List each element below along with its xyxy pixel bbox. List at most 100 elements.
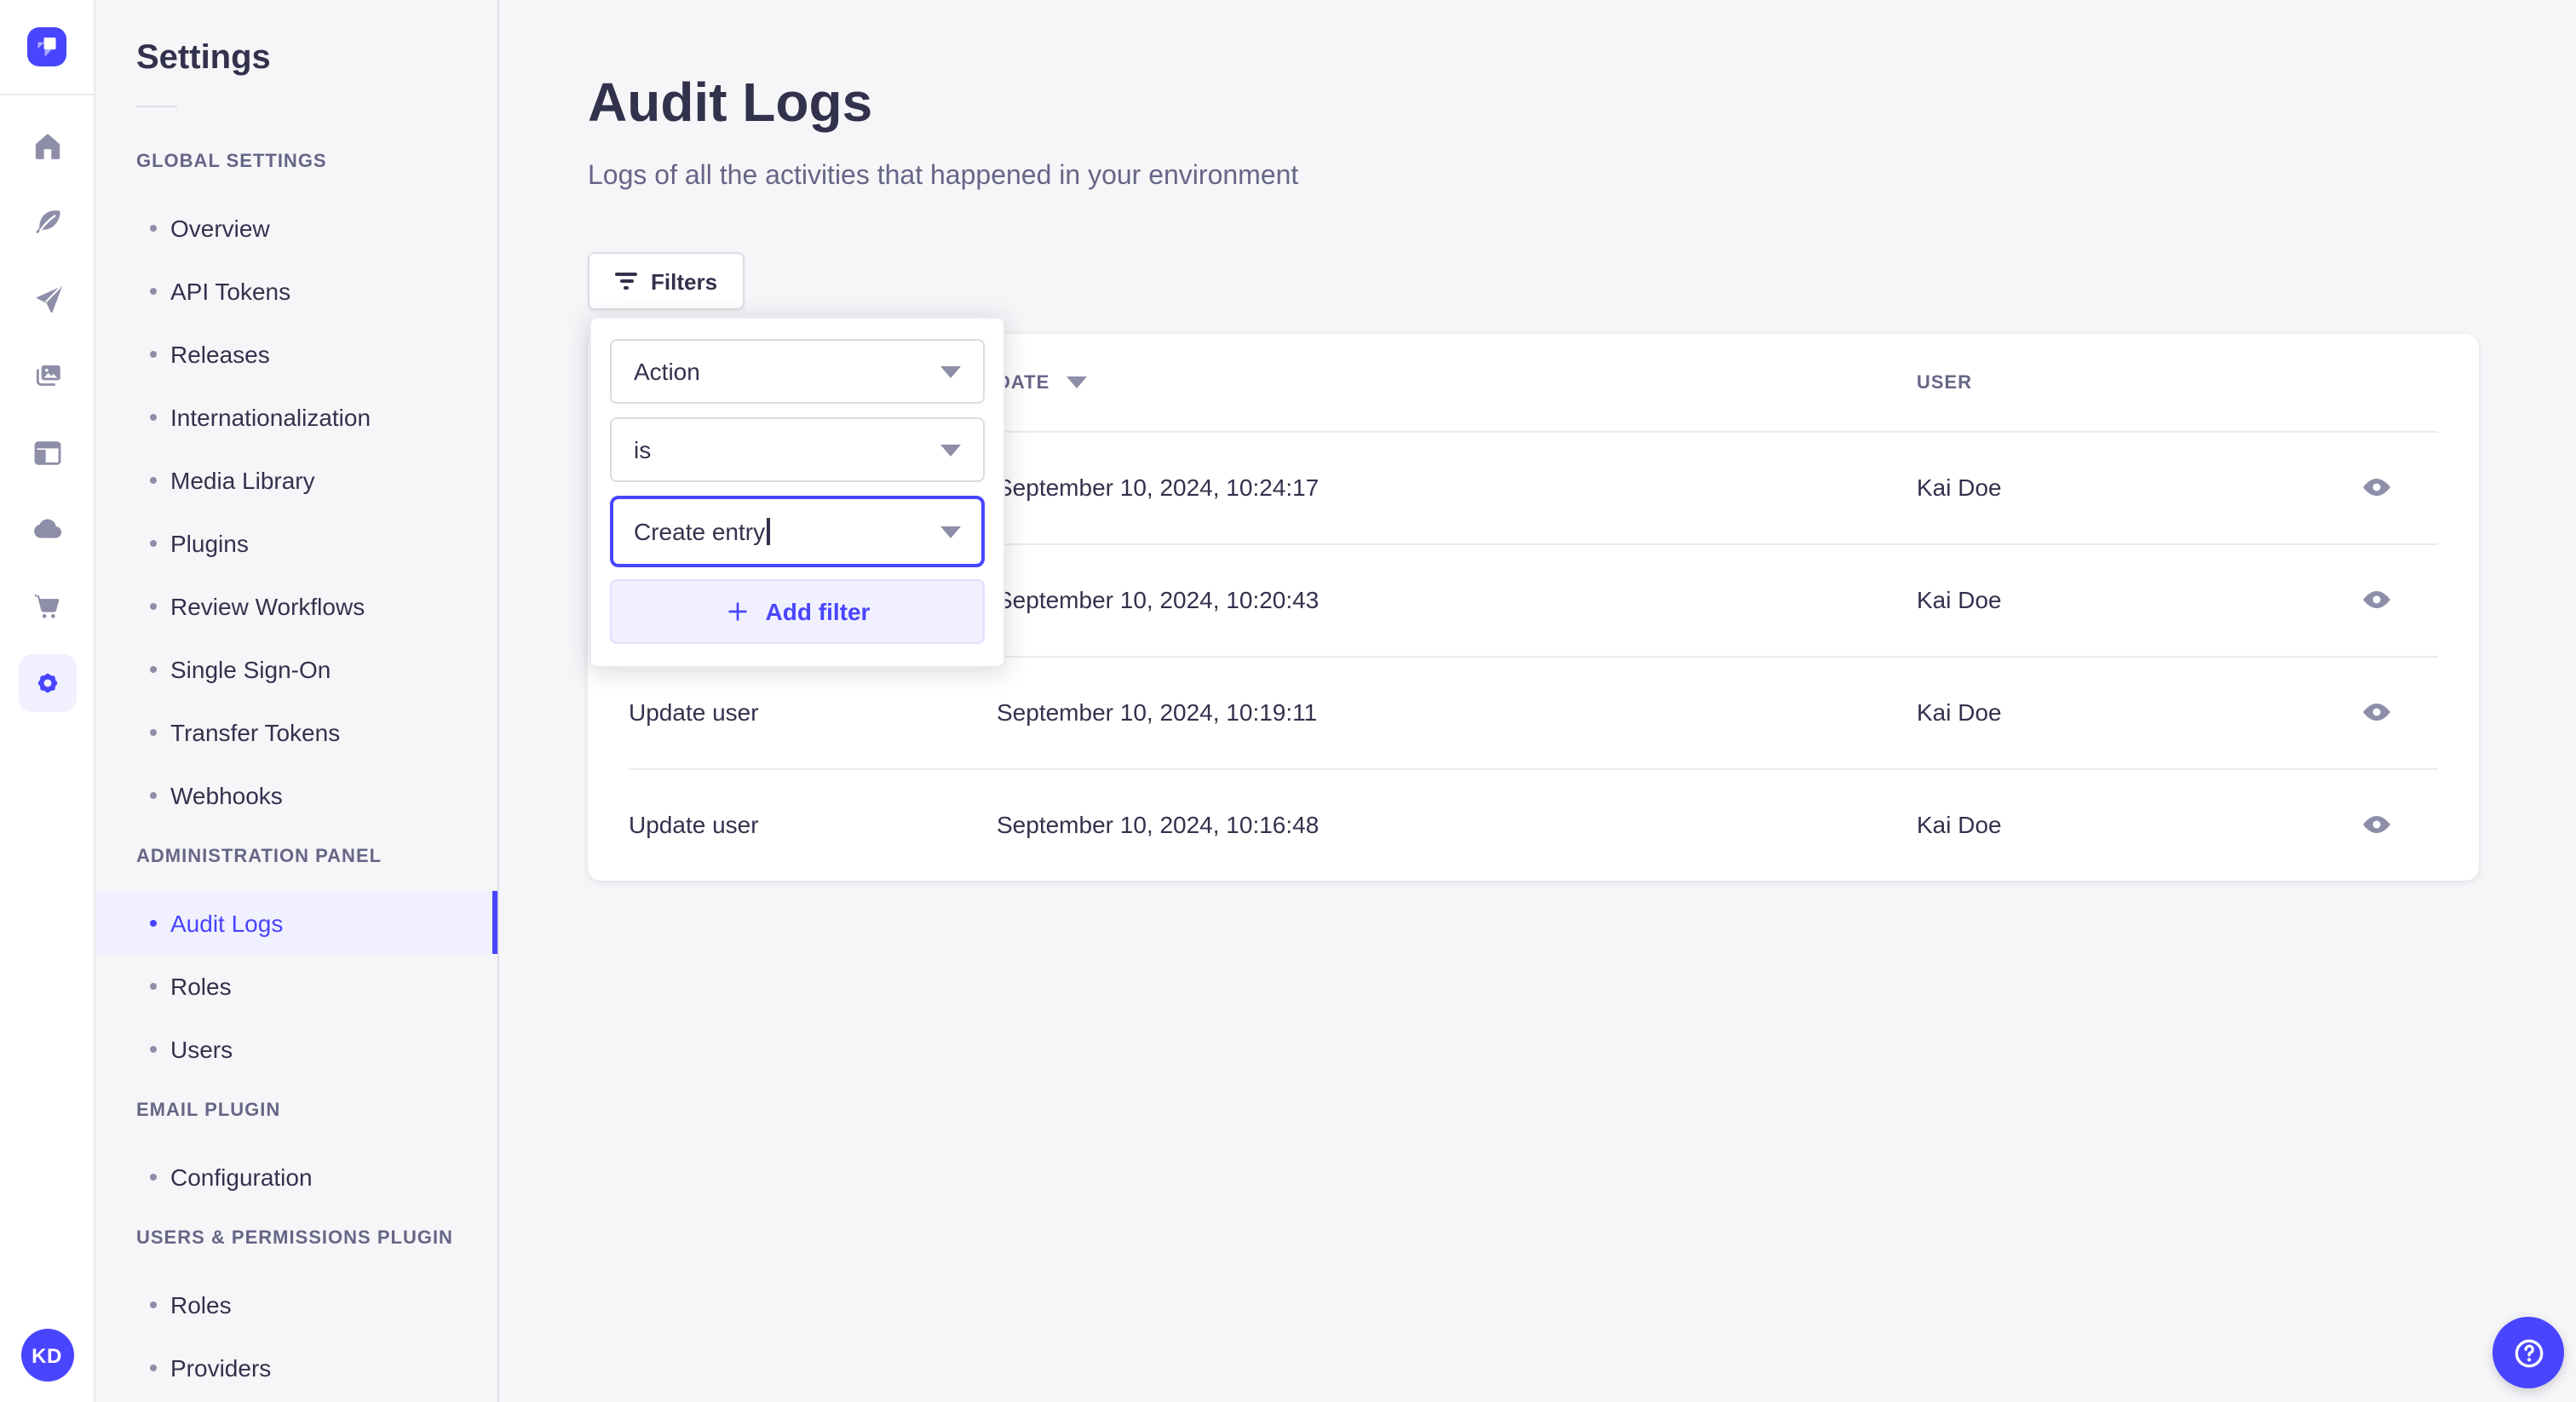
strapi-logo[interactable] <box>27 27 66 66</box>
sidebar-item-label: Transfer Tokens <box>170 718 341 745</box>
user-avatar[interactable]: KD <box>20 1329 73 1382</box>
bullet-dot <box>150 728 157 735</box>
sidebar-title: Settings <box>136 39 271 77</box>
sidebar-item-label: API Tokens <box>170 277 291 304</box>
icon-rail: KD <box>0 0 95 1402</box>
media-pictures-icon[interactable] <box>30 359 64 394</box>
sidebar-item-plugins[interactable]: Plugins <box>95 511 497 574</box>
sidebar-item-label: Configuration <box>170 1163 313 1190</box>
feather-icon[interactable] <box>30 206 64 240</box>
filters-button[interactable]: Filters <box>588 252 745 310</box>
cell-user: Kai Doe <box>1917 474 2002 501</box>
view-details-button[interactable] <box>2349 572 2404 627</box>
sidebar-item-releases[interactable]: Releases <box>95 322 497 385</box>
sidebar-item-review-workflows[interactable]: Review Workflows <box>95 574 497 637</box>
filter-popover: Action is Create entry Add filter <box>589 317 1005 668</box>
cell-action: Update user <box>629 811 759 838</box>
eye-icon <box>2363 703 2390 721</box>
sidebar-item-label: Roles <box>170 1290 232 1318</box>
bullet-dot <box>150 1301 157 1307</box>
view-details-button[interactable] <box>2349 685 2404 739</box>
home-icon[interactable] <box>30 129 64 164</box>
sidebar-item-label: Releases <box>170 340 270 367</box>
sidebar-item-admin-roles[interactable]: Roles <box>95 954 497 1017</box>
sidebar-item-api-tokens[interactable]: API Tokens <box>95 259 497 322</box>
cell-user: Kai Doe <box>1917 698 2002 726</box>
view-details-button[interactable] <box>2349 797 2404 852</box>
cell-date: September 10, 2024, 10:16:48 <box>997 811 1320 838</box>
filter-value-text: Create entry <box>634 518 770 545</box>
cell-user: Kai Doe <box>1917 586 2002 613</box>
bullet-dot <box>150 539 157 546</box>
filters-button-label: Filters <box>651 268 718 294</box>
section-label-email-plugin: Email Plugin <box>136 1100 281 1121</box>
page-title: Audit Logs <box>588 72 873 133</box>
section-label-administration-panel: Administration Panel <box>136 847 382 867</box>
cell-user: Kai Doe <box>1917 811 2002 838</box>
plus-icon <box>728 602 748 621</box>
sidebar-item-audit-logs[interactable]: Audit Logs <box>95 891 497 954</box>
cloud-icon[interactable] <box>30 513 64 547</box>
settings-gear-icon[interactable] <box>18 654 76 712</box>
page-subtitle: Logs of all the activities that happened… <box>588 162 1299 191</box>
bullet-dot <box>150 791 157 798</box>
eye-icon <box>2363 815 2390 834</box>
sidebar-item-webhooks[interactable]: Webhooks <box>95 763 497 826</box>
sidebar-item-transfer-tokens[interactable]: Transfer Tokens <box>95 700 497 763</box>
filter-funnel-icon <box>615 272 637 290</box>
rail-divider <box>0 94 95 95</box>
bullet-dot <box>150 476 157 483</box>
sidebar-item-label: Single Sign-On <box>170 655 331 682</box>
add-filter-label: Add filter <box>765 598 871 625</box>
sidebar-item-admin-users[interactable]: Users <box>95 1017 497 1080</box>
bullet-dot <box>150 1364 157 1370</box>
bullet-dot <box>150 350 157 357</box>
bullet-dot <box>150 413 157 420</box>
sidebar-item-email-configuration[interactable]: Configuration <box>95 1145 497 1208</box>
sidebar-item-label: Internationalization <box>170 403 371 430</box>
bullet-dot <box>150 919 157 926</box>
filter-operator-select[interactable]: is <box>610 417 985 482</box>
sidebar-item-up-providers[interactable]: Providers <box>95 1336 497 1399</box>
filter-value-combobox[interactable]: Create entry <box>610 496 985 567</box>
bullet-dot <box>150 1045 157 1052</box>
bullet-dot <box>150 287 157 294</box>
cell-action: Update user <box>629 698 759 726</box>
sidebar-item-internationalization[interactable]: Internationalization <box>95 385 497 448</box>
sidebar-item-media-library[interactable]: Media Library <box>95 448 497 511</box>
cell-date: September 10, 2024, 10:20:43 <box>997 586 1320 613</box>
cell-date: September 10, 2024, 10:24:17 <box>997 474 1320 501</box>
sidebar-title-divider <box>136 106 177 107</box>
eye-icon <box>2363 478 2390 497</box>
filter-field-select[interactable]: Action <box>610 339 985 404</box>
circle-question-icon <box>2514 1338 2543 1367</box>
table-row[interactable]: Update user September 10, 2024, 10:19:11… <box>588 656 2479 768</box>
settings-sidebar: Settings Global Settings Overview API To… <box>95 0 499 1402</box>
section-label-users-permissions-plugin: Users & Permissions Plugin <box>136 1228 453 1249</box>
chevron-down-icon <box>940 365 961 377</box>
strapi-logo-icon <box>37 37 56 57</box>
sidebar-item-label: Review Workflows <box>170 592 365 619</box>
layout-icon[interactable] <box>30 436 64 470</box>
column-header-user: USER <box>1917 372 1973 393</box>
sidebar-item-overview[interactable]: Overview <box>95 196 497 259</box>
sidebar-item-up-roles[interactable]: Roles <box>95 1273 497 1336</box>
bullet-dot <box>150 224 157 231</box>
help-button[interactable] <box>2493 1317 2564 1388</box>
table-row[interactable]: Update user September 10, 2024, 10:16:48… <box>588 768 2479 881</box>
add-filter-button[interactable]: Add filter <box>610 579 985 644</box>
sidebar-item-label: Audit Logs <box>170 909 284 936</box>
sidebar-item-label: Overview <box>170 214 270 241</box>
bullet-dot <box>150 982 157 989</box>
cell-date: September 10, 2024, 10:19:11 <box>997 698 1318 726</box>
chevron-down-icon <box>940 526 961 537</box>
paper-plane-icon[interactable] <box>30 283 64 317</box>
sort-descending-icon <box>1067 376 1088 388</box>
column-header-date[interactable]: DATE <box>997 372 1917 393</box>
text-caret <box>767 518 770 545</box>
section-label-global-settings: Global Settings <box>136 152 327 172</box>
cart-icon[interactable] <box>30 589 64 623</box>
view-details-button[interactable] <box>2349 460 2404 514</box>
sidebar-item-single-sign-on[interactable]: Single Sign-On <box>95 637 497 700</box>
sidebar-item-label: Media Library <box>170 466 315 493</box>
